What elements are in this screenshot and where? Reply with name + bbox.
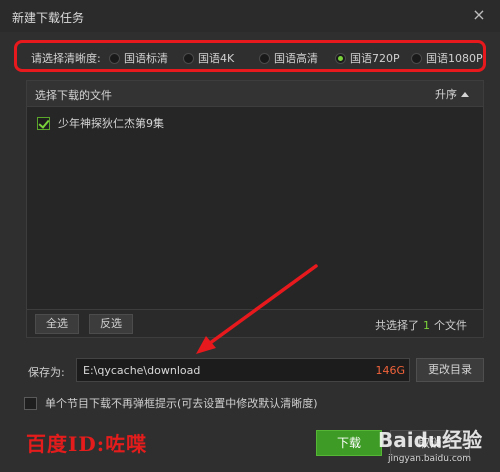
- download-dialog: 新建下载任务 × 请选择清晰度: 国语标清 国语4K 国语高清 国语720P 国…: [0, 0, 500, 472]
- annotation-arrow-icon: [196, 264, 318, 354]
